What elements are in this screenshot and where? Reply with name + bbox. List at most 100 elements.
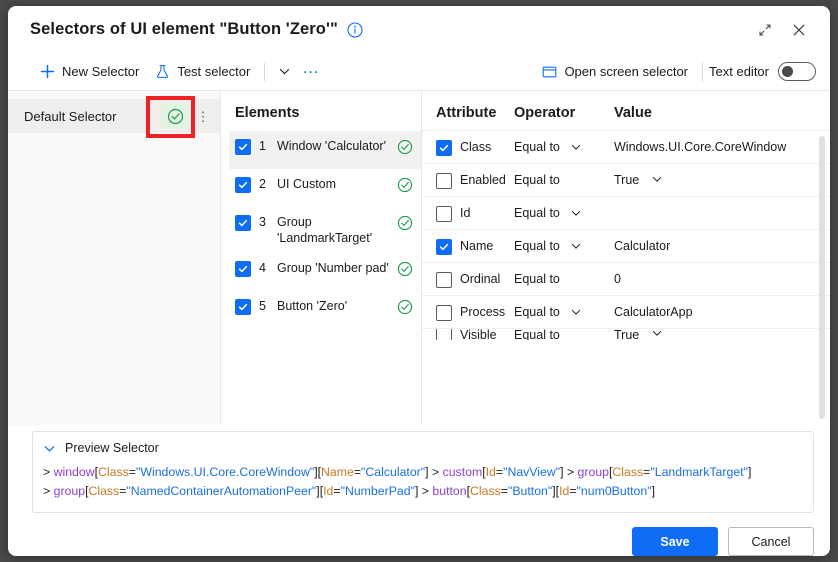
selectors-dialog: Selectors of UI element "Button 'Zero'" <box>8 6 830 556</box>
save-button[interactable]: Save <box>632 527 718 556</box>
attribute-operator[interactable]: Equal to <box>514 272 614 286</box>
attribute-row[interactable]: Process Equal to CalculatorApp <box>422 295 830 328</box>
operator-label: Equal to <box>514 239 560 253</box>
attribute-value[interactable]: 0 <box>614 272 830 287</box>
attribute-name: Ordinal <box>460 272 501 286</box>
chevron-down-icon[interactable] <box>651 173 663 188</box>
operator-label: Equal to <box>514 173 560 187</box>
attribute-checkbox[interactable] <box>436 304 452 321</box>
selector-preview-line-2: > group[Class="NamedContainerAutomationP… <box>43 484 656 498</box>
selector-preview-line-1: > window[Class="Windows.UI.Core.CoreWind… <box>43 465 752 479</box>
attribute-operator[interactable]: Equal to <box>514 206 614 220</box>
attribute-name: Id <box>460 206 471 220</box>
element-index: 1 <box>259 139 266 153</box>
column-header-attribute: Attribute <box>436 105 497 121</box>
ellipsis-icon[interactable]: … <box>297 58 325 86</box>
test-selector-dropdown[interactable] <box>271 58 297 86</box>
element-index: 3 <box>259 215 266 229</box>
element-label: Window 'Calculator' <box>277 139 386 153</box>
selector-list-panel: Default Selector ⋮ <box>8 91 221 425</box>
chevron-down-icon <box>43 442 56 455</box>
page-title: Selectors of UI element "Button 'Zero'" <box>30 20 338 38</box>
new-selector-button[interactable]: New Selector <box>32 58 147 86</box>
toolbar-divider <box>264 62 266 81</box>
attribute-row[interactable]: Visible Equal to True <box>422 328 830 340</box>
element-label: Group 'Number pad' <box>277 261 389 275</box>
element-index: 5 <box>259 299 266 313</box>
chevron-down-icon[interactable] <box>570 141 582 153</box>
attribute-operator[interactable]: Equal to <box>514 305 614 319</box>
attribute-checkbox[interactable] <box>436 139 452 156</box>
element-checkbox[interactable] <box>235 299 251 315</box>
element-row[interactable]: 2 UI Custom <box>229 169 421 207</box>
element-row[interactable]: 5 Button 'Zero' <box>229 291 421 329</box>
selector-name: Default Selector <box>24 108 117 124</box>
element-label: Group 'LandmarkTarget' <box>277 215 373 245</box>
open-screen-selector-button[interactable]: Open screen selector <box>534 58 696 86</box>
attributes-panel: Attribute Operator Value Class Equal to <box>422 91 830 425</box>
preview-selector-toggle[interactable]: Preview Selector <box>43 441 801 455</box>
attribute-name: Name <box>460 239 494 253</box>
operator-label: Equal to <box>514 272 560 286</box>
element-row[interactable]: 3 Group 'LandmarkTarget' <box>229 207 421 253</box>
operator-label: Equal to <box>514 206 560 220</box>
chevron-down-icon[interactable] <box>651 329 663 340</box>
elements-title: Elements <box>235 105 300 121</box>
attribute-value[interactable]: Windows.UI.Core.CoreWindow <box>614 140 830 155</box>
element-label: UI Custom <box>277 177 337 191</box>
check-circle-icon <box>397 261 413 277</box>
preview-selector-section: Preview Selector > window[Class="Windows… <box>32 431 814 513</box>
attributes-list: Class Equal to Windows.UI.Core.CoreWindo… <box>422 130 830 425</box>
info-icon[interactable] <box>347 21 363 38</box>
element-checkbox[interactable] <box>235 215 251 231</box>
attribute-row[interactable]: Id Equal to <box>422 196 830 229</box>
attribute-checkbox[interactable] <box>436 238 452 255</box>
kebab-menu-icon[interactable]: ⋮ <box>196 110 210 123</box>
attribute-checkbox[interactable] <box>436 205 452 222</box>
element-checkbox[interactable] <box>235 139 251 155</box>
text-editor-toggle[interactable] <box>778 62 816 81</box>
attribute-row[interactable]: Name Equal to Calculator <box>422 229 830 262</box>
element-index: 2 <box>259 177 266 191</box>
attribute-operator[interactable]: Equal to <box>514 329 614 340</box>
chevron-down-icon[interactable] <box>570 240 582 252</box>
attribute-name: Visible <box>460 328 497 340</box>
chevron-down-icon[interactable] <box>570 207 582 219</box>
chevron-down-icon[interactable] <box>570 306 582 318</box>
value-text: Windows.UI.Core.CoreWindow <box>614 140 787 154</box>
attribute-value[interactable]: True <box>614 329 830 340</box>
attribute-row[interactable]: Class Equal to Windows.UI.Core.CoreWindo… <box>422 130 830 163</box>
attribute-row[interactable]: Ordinal Equal to 0 <box>422 262 830 295</box>
text-editor-label: Text editor <box>709 64 769 79</box>
column-header-value: Value <box>614 105 652 121</box>
attribute-checkbox[interactable] <box>436 329 452 340</box>
elements-list: 1 Window 'Calculator' 2 UI Custom 3 Grou… <box>221 131 421 425</box>
plus-icon <box>40 64 55 79</box>
attribute-value[interactable] <box>614 206 830 221</box>
attribute-value[interactable]: Calculator <box>614 239 830 254</box>
selector-list-item[interactable]: Default Selector ⋮ <box>8 99 220 133</box>
attribute-operator[interactable]: Equal to <box>514 239 614 253</box>
attribute-checkbox[interactable] <box>436 172 452 189</box>
attributes-scrollbar[interactable] <box>819 136 825 419</box>
element-checkbox[interactable] <box>235 261 251 277</box>
window-icon <box>542 65 557 79</box>
expand-icon[interactable] <box>748 15 782 45</box>
dialog-titlebar: Selectors of UI element "Button 'Zero'" <box>8 6 830 53</box>
toggle-knob <box>782 66 793 77</box>
close-icon[interactable] <box>782 15 816 45</box>
attribute-value[interactable]: CalculatorApp <box>614 305 830 320</box>
attribute-row[interactable]: Enabled Equal to True <box>422 163 830 196</box>
attribute-checkbox[interactable] <box>436 271 452 288</box>
element-row[interactable]: 1 Window 'Calculator' <box>229 131 421 169</box>
attribute-operator[interactable]: Equal to <box>514 140 614 154</box>
attribute-operator[interactable]: Equal to <box>514 173 614 187</box>
new-selector-label: New Selector <box>62 64 140 79</box>
element-row[interactable]: 4 Group 'Number pad' <box>229 253 421 291</box>
element-checkbox[interactable] <box>235 177 251 193</box>
cancel-button[interactable]: Cancel <box>728 527 814 556</box>
test-selector-button[interactable]: Test selector <box>147 58 258 86</box>
attribute-value[interactable]: True <box>614 173 830 188</box>
value-text: 0 <box>614 272 621 286</box>
operator-label: Equal to <box>514 140 560 154</box>
